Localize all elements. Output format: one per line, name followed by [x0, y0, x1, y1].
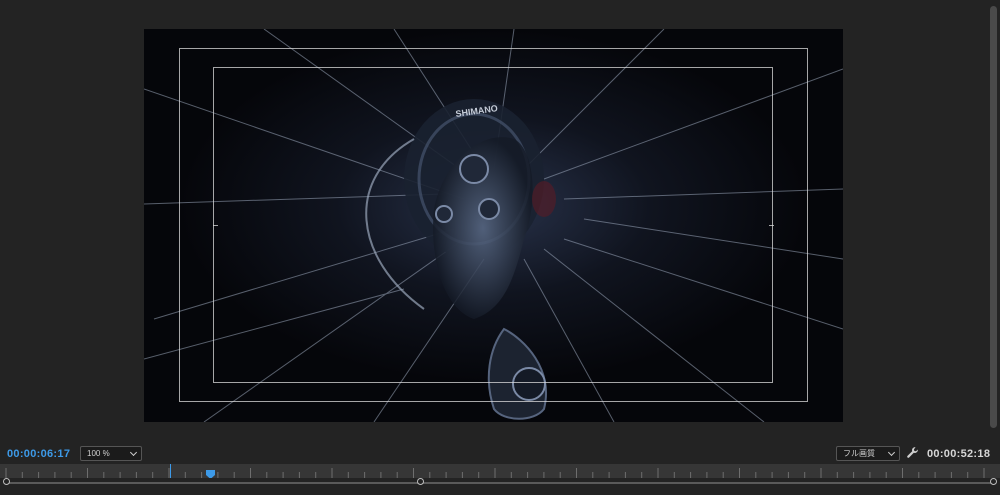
scrollbar-thumb[interactable]	[990, 6, 997, 428]
ruler-ticks	[5, 468, 985, 478]
program-monitor: SHIMANO 00:00:06:17 100 % フル画質 00:00:52:…	[0, 0, 1000, 495]
zoom-handle-left[interactable]	[3, 478, 10, 485]
duration-timecode: 00:00:52:18	[927, 448, 991, 460]
chevron-down-icon	[129, 448, 138, 457]
playback-quality-select[interactable]: フル画質	[836, 446, 900, 461]
vertical-scrollbar[interactable]	[988, 0, 1000, 440]
zoom-level-value: 100 %	[87, 449, 110, 458]
title-safe-guide	[213, 67, 773, 383]
timeline-zoom-scrollbar[interactable]	[0, 478, 1000, 488]
video-frame[interactable]: SHIMANO	[144, 29, 843, 422]
time-ruler[interactable]	[0, 464, 1000, 478]
safe-guide-tick-left	[213, 225, 218, 226]
monitor-controls: 00:00:06:17 100 % フル画質 00:00:52:18	[0, 444, 1000, 464]
viewer-area[interactable]: SHIMANO	[0, 0, 988, 440]
zoom-bar-track[interactable]	[6, 482, 994, 484]
zoom-handle-center[interactable]	[417, 478, 424, 485]
in-point-marker	[170, 464, 171, 478]
playhead-handle[interactable]	[206, 466, 215, 479]
chevron-down-icon	[887, 448, 896, 457]
safe-guide-tick-right	[769, 225, 774, 226]
playback-quality-value: フル画質	[843, 449, 875, 458]
zoom-handle-right[interactable]	[990, 478, 997, 485]
current-timecode[interactable]: 00:00:06:17	[7, 448, 70, 460]
zoom-level-select[interactable]: 100 %	[80, 446, 142, 461]
wrench-icon[interactable]	[906, 446, 920, 460]
